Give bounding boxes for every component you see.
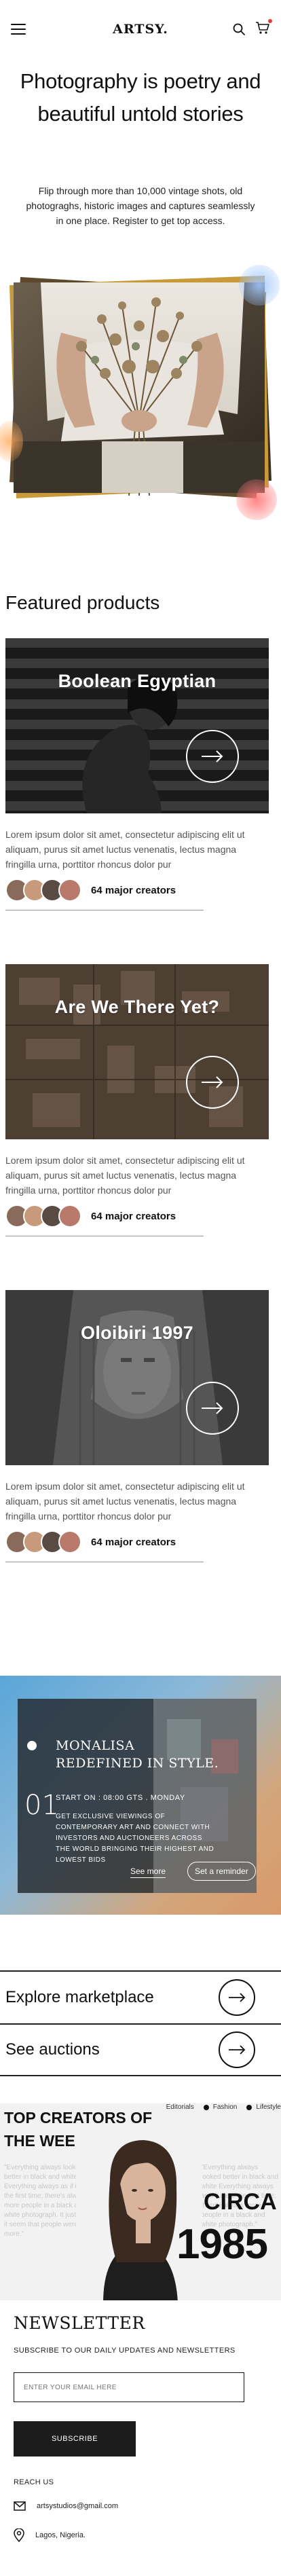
email-input[interactable] [14, 2372, 244, 2402]
product-title: Boolean Egyptian [58, 671, 217, 691]
explore-marketplace-label: Explore marketplace [5, 1988, 154, 2006]
arrow-right-icon [202, 1402, 223, 1414]
product-description: Lorem ipsum dolor sit amet, consectetur … [5, 1155, 245, 1196]
promo-title: MONALISA REDEFINED IN STYLE. [56, 1738, 219, 1771]
hero-image-collage [0, 265, 281, 520]
arrow-right-icon [229, 2045, 246, 2055]
newsletter-title: NEWSLETTER [14, 2313, 145, 2333]
product-card: Boolean Egyptian Lorem ipsum dolor sit a… [5, 638, 269, 910]
contact-email-text: artsystudios@gmail.com [37, 2502, 118, 2510]
creator-avatars [5, 1204, 81, 1228]
circa-year: 1985 [176, 2221, 268, 2268]
see-auctions-label: See auctions [5, 2040, 100, 2059]
contact-location: Lagos, Nigeria. [14, 2528, 86, 2542]
avatar [58, 1204, 81, 1228]
product-title: Oloibiri 1997 [81, 1323, 193, 1343]
mail-icon [14, 2501, 26, 2511]
circa-label: CIRCA [204, 2189, 277, 2215]
location-pin-icon [14, 2528, 24, 2542]
tag-lifestyle[interactable]: Lifestyle [246, 2103, 281, 2111]
explore-marketplace-link[interactable]: Explore marketplace [0, 1970, 281, 2023]
category-tags: Editorials Fashion Lifestyle [166, 2103, 281, 2111]
creators-row: 64 major creators [5, 1204, 204, 1236]
header-actions [232, 18, 272, 38]
promo-body: GET EXCLUSIVE VIEWINGS OF CONTEMPORARY A… [56, 1813, 214, 1864]
logo[interactable]: ARTSY. [113, 22, 168, 37]
cart-badge [268, 18, 272, 23]
see-auctions-link[interactable]: See auctions [0, 2023, 281, 2076]
contact-location-text: Lagos, Nigeria. [35, 2531, 86, 2539]
product-image[interactable]: Boolean Egyptian [5, 638, 269, 813]
promo-start-time: START ON : 08:00 GTS . MONDAY [56, 1794, 185, 1802]
creators-count: 64 major creators [91, 1536, 176, 1548]
hero-title: Photography is poetry and beautiful unto… [20, 69, 261, 126]
product-card: Are We There Yet? Lorem ipsum dolor sit … [5, 964, 269, 1236]
menu-icon[interactable] [11, 24, 26, 35]
page: ARTSY. Photography is poetry and beautif… [0, 0, 281, 2576]
marketplace-arrow-button[interactable] [219, 1979, 255, 2016]
avatar [58, 1530, 81, 1553]
product-arrow-button[interactable] [186, 1382, 239, 1435]
creator-avatars [5, 879, 81, 902]
subscribe-button[interactable]: SUBSCRIBE [14, 2421, 136, 2457]
product-card: Oloibiri 1997 Lorem ipsum dolor sit amet… [5, 1290, 269, 1562]
hero-subtitle: Flip through more than 10,000 vintage sh… [26, 185, 255, 226]
arrow-right-icon [202, 750, 223, 762]
product-description: Lorem ipsum dolor sit amet, consectetur … [5, 1481, 245, 1522]
creator-portrait[interactable] [76, 2133, 202, 2300]
site-header: ARTSY. [0, 0, 281, 58]
product-arrow-button[interactable] [186, 730, 239, 783]
promo-banner: MONALISA REDEFINED IN STYLE. 01 START ON… [0, 1676, 281, 1915]
reach-us-heading: REACH US [14, 2478, 54, 2486]
product-description: Lorem ipsum dolor sit amet, consectetur … [5, 829, 245, 870]
promo-number: 01 [24, 1790, 59, 1821]
see-more-link[interactable]: See more [130, 1866, 166, 1878]
arrow-right-icon [229, 1993, 246, 2002]
top-creators-section: Editorials Fashion Lifestyle TOP CREATOR… [0, 2103, 281, 2300]
featured-products-heading: Featured products [5, 592, 160, 613]
avatar [58, 879, 81, 902]
newsletter-subtitle: SUBSCRIBE TO OUR DAILY UPDATES AND NEWSL… [14, 2347, 236, 2355]
product-image[interactable]: Are We There Yet? [5, 964, 269, 1139]
search-icon[interactable] [232, 22, 246, 36]
contact-email[interactable]: artsystudios@gmail.com [14, 2501, 118, 2511]
creator-avatars [5, 1530, 81, 1553]
promo-indicator [27, 1741, 37, 1750]
product-title: Are We There Yet? [54, 997, 220, 1017]
product-image[interactable]: Oloibiri 1997 [5, 1290, 269, 1465]
product-arrow-button[interactable] [186, 1056, 239, 1109]
creators-count: 64 major creators [91, 1210, 176, 1222]
creators-count: 64 major creators [91, 884, 176, 896]
hero-photo [10, 276, 271, 498]
arrow-right-icon [202, 1076, 223, 1088]
creators-row: 64 major creators [5, 879, 204, 910]
tag-fashion[interactable]: Fashion [203, 2103, 237, 2111]
creators-row: 64 major creators [5, 1530, 204, 1562]
auctions-arrow-button[interactable] [219, 2031, 255, 2068]
promo-card: MONALISA REDEFINED IN STYLE. 01 START ON… [18, 1699, 257, 1893]
cart-icon[interactable] [255, 18, 272, 38]
set-reminder-button[interactable]: Set a reminder [187, 1862, 256, 1881]
